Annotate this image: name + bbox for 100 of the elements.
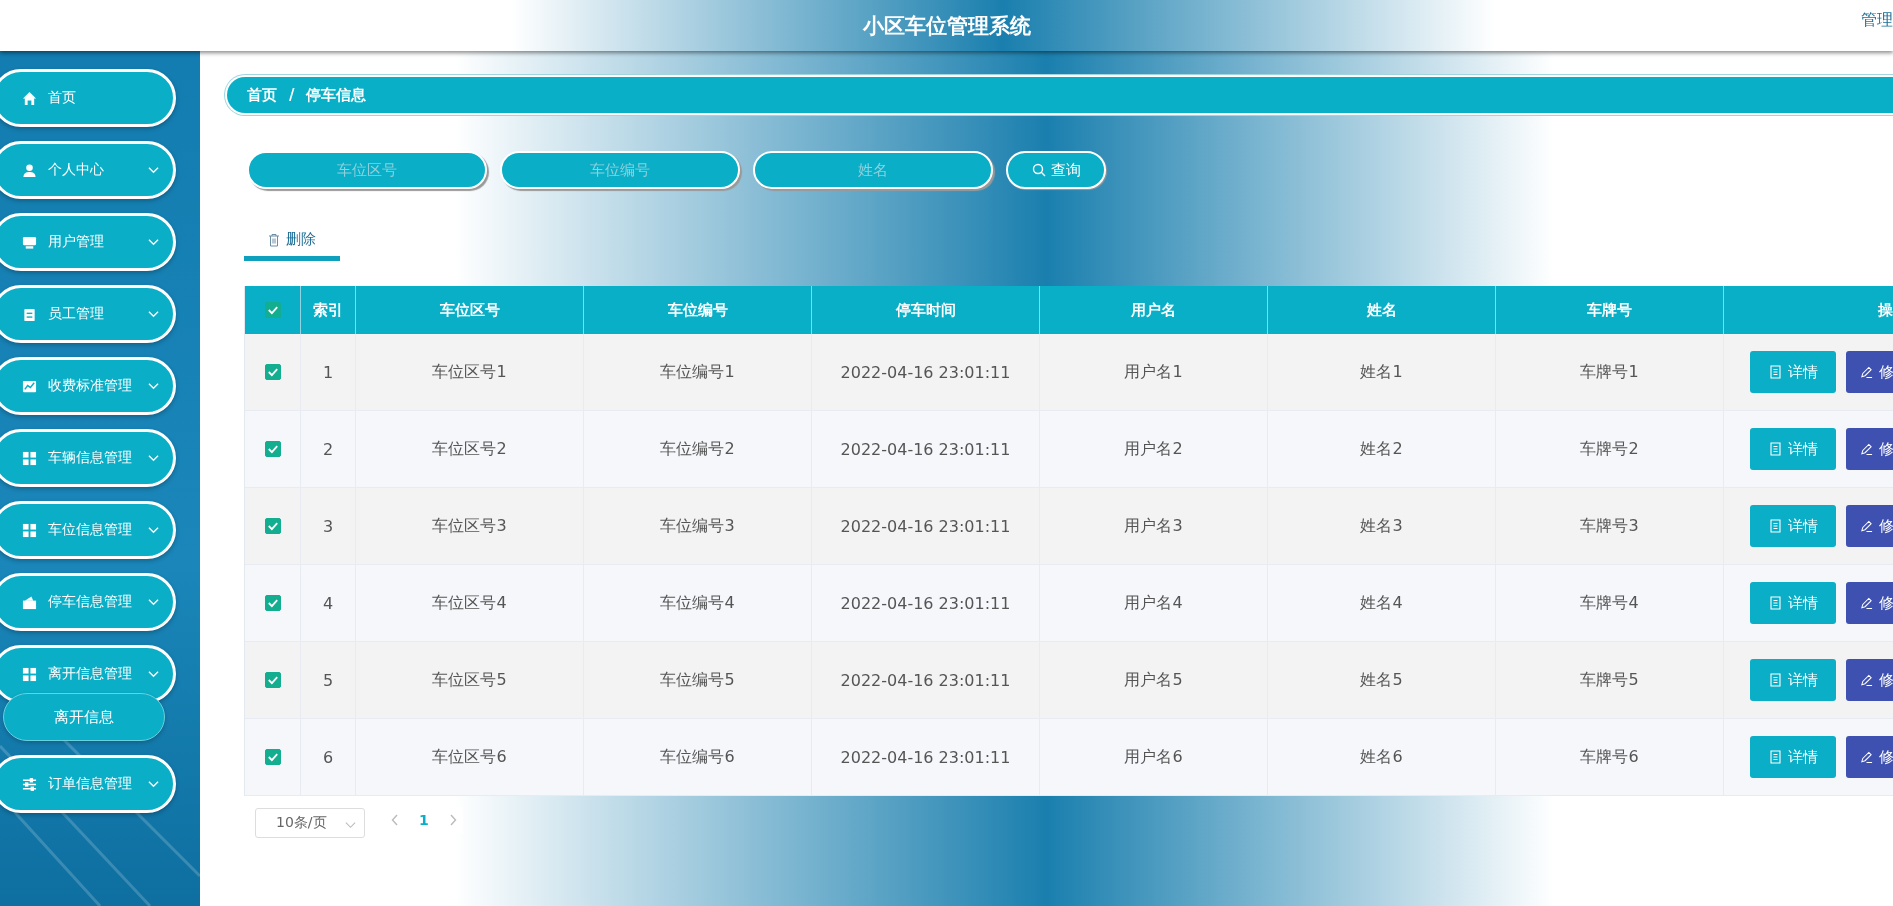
table-cell: 2022-04-16 23:01:11 [812,642,1040,718]
table-cell: 1 [301,334,356,410]
row-checkbox[interactable] [264,672,281,688]
search-button[interactable]: 查询 [1006,151,1106,189]
table-cell: 姓名2 [1268,411,1496,487]
sliders-icon [22,776,37,792]
edit-button[interactable]: 修 [1846,428,1893,470]
breadcrumb-link[interactable]: 停车信息 [306,85,367,105]
next-page-icon[interactable] [448,814,457,826]
chevron-icon [148,780,159,788]
detail-button[interactable]: 详情 [1750,659,1836,701]
admin-link[interactable]: 管理 [1861,10,1893,31]
monitor-icon [22,234,37,250]
table-cell: 车牌号1 [1496,334,1724,410]
pencil-icon [1860,673,1873,687]
search-field[interactable]: 车位区号 [247,151,487,189]
edit-button[interactable]: 修 [1846,736,1893,778]
grid-icon [22,666,37,682]
menu-label: 车位信息管理 [48,521,132,539]
row-checkbox[interactable] [264,749,281,765]
detail-button[interactable]: 详情 [1750,428,1836,470]
table-cell: 用户名2 [1040,411,1268,487]
menu-item[interactable]: 员工管理 [0,285,176,343]
menu-item[interactable]: 用户管理 [0,213,176,271]
table-cell: 车位区号6 [356,719,584,795]
chart-icon [22,378,37,394]
menu-label: 员工管理 [48,305,104,323]
chevron-icon [148,454,159,462]
menu-item[interactable]: 停车信息管理 [0,573,176,631]
wallet-icon [22,594,37,610]
breadcrumb-separator: / [289,86,295,104]
edit-button[interactable]: 修 [1846,659,1893,701]
table-cell: 车位编号6 [584,719,812,795]
edit-button[interactable]: 修 [1846,505,1893,547]
chevron-icon [148,310,159,318]
table-cell: 车位编号3 [584,488,812,564]
table-cell: 车牌号3 [1496,488,1724,564]
table-cell: 车位区号5 [356,642,584,718]
table-cell: 姓名6 [1268,719,1496,795]
menu-item[interactable]: 订单信息管理 [0,755,176,813]
table-cell: 5 [301,642,356,718]
chevron-icon [148,238,159,246]
table-cell: 用户名4 [1040,565,1268,641]
user-icon [22,162,37,178]
clipboard-icon [22,306,37,322]
menu-item[interactable]: 车位信息管理 [0,501,176,559]
detail-button[interactable]: 详情 [1750,505,1836,547]
row-checkbox[interactable] [264,364,281,380]
document-icon [1768,519,1782,533]
menu-item[interactable]: 车辆信息管理 [0,429,176,487]
detail-button[interactable]: 详情 [1750,736,1836,778]
table-cell: 6 [301,719,356,795]
home-icon [22,90,37,106]
table-cell: 车位编号2 [584,411,812,487]
edit-button[interactable]: 修 [1846,351,1893,393]
menu-item[interactable]: 首页 [0,69,176,127]
chevron-icon [148,598,159,606]
pencil-icon [1860,519,1873,533]
table-cell: 车位编号5 [584,642,812,718]
table-cell: 车位区号4 [356,565,584,641]
chevron-icon [148,166,159,174]
detail-button[interactable]: 详情 [1750,351,1836,393]
table-cell: 姓名1 [1268,334,1496,410]
table-cell: 2 [301,411,356,487]
menu-item[interactable]: 收费标准管理 [0,357,176,415]
breadcrumb-link[interactable]: 首页 [247,85,277,105]
table-cell: 车位区号2 [356,411,584,487]
submenu-item[interactable]: 离开信息 [3,693,165,741]
row-checkbox[interactable] [264,595,281,611]
menu-label: 用户管理 [48,233,104,251]
previous-page-icon[interactable] [391,814,399,826]
row-checkbox[interactable] [264,518,281,534]
pencil-icon [1860,442,1873,456]
edit-button[interactable]: 修 [1846,582,1893,624]
page-size-select[interactable]: 10条/页 [255,808,365,838]
document-icon [1768,750,1782,764]
menu-label: 个人中心 [48,161,104,179]
document-icon [1768,442,1782,456]
search-field[interactable]: 车位编号 [500,151,740,189]
document-icon [1768,673,1782,687]
table-cell: 车位编号4 [584,565,812,641]
table-cell: 车位区号1 [356,334,584,410]
menu-item[interactable]: 个人中心 [0,141,176,199]
delete-tab[interactable]: 删除 [244,223,340,261]
column-header: 操 [1877,299,1893,321]
detail-button[interactable]: 详情 [1750,582,1836,624]
table-cell: 用户名3 [1040,488,1268,564]
page-number[interactable]: 1 [419,812,429,828]
table-cell: 姓名4 [1268,565,1496,641]
table-cell: 车牌号4 [1496,565,1724,641]
document-icon [1768,596,1782,610]
table-cell: 姓名5 [1268,642,1496,718]
row-checkbox[interactable] [264,441,281,457]
table-cell: 用户名6 [1040,719,1268,795]
grid-icon [22,522,37,538]
search-field[interactable]: 姓名 [753,151,993,189]
table-cell: 2022-04-16 23:01:11 [812,719,1040,795]
select-all-checkbox[interactable] [264,302,281,318]
table-cell: 2022-04-16 23:01:11 [812,488,1040,564]
table-cell: 车牌号5 [1496,642,1724,718]
